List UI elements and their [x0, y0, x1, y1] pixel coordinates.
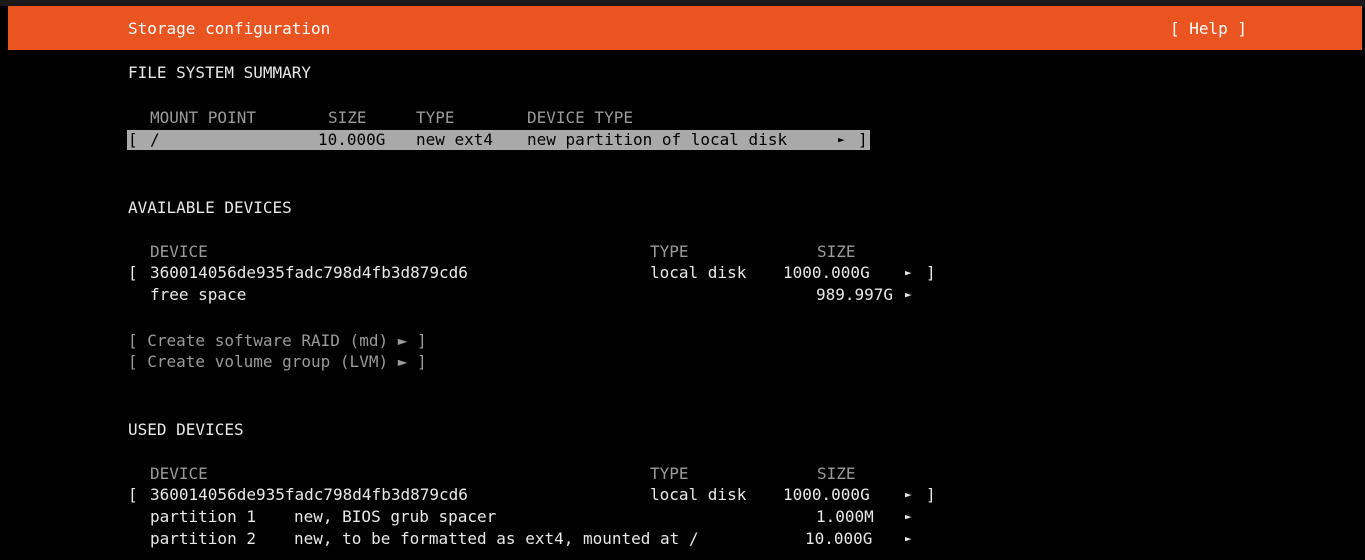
type-value: new ext4 — [416, 130, 494, 149]
available-devices-heading: AVAILABLE DEVICES — [128, 198, 292, 217]
used-disk-arrow-icon: ► — [905, 488, 912, 501]
partition-arrow-icon: ► — [905, 532, 912, 545]
used-disk-close-bracket: ] — [926, 485, 936, 504]
available-disk-type: local disk — [650, 263, 747, 282]
header-bar: Storage configuration [ Help ] — [8, 6, 1362, 50]
free-space-size: 989.997G — [816, 285, 894, 304]
used-disk-open-bracket: [ — [128, 485, 138, 504]
available-disk-device: 360014056de935fadc798d4fb3d879cd6 — [150, 263, 468, 282]
used-disk-type: local disk — [650, 485, 747, 504]
filesystem-row-root[interactable]: [ / 10.000G new ext4 new partition of lo… — [127, 130, 870, 150]
filesystem-summary-heading: FILE SYSTEM SUMMARY — [128, 63, 312, 82]
create-lvm-button[interactable]: [ Create volume group (LVM) ► ] — [128, 352, 427, 372]
help-button[interactable]: [ Help ] — [1170, 19, 1247, 38]
partition-description: new, to be formatted as ext4, mounted at… — [294, 529, 699, 548]
column-device-type: DEVICE TYPE — [527, 108, 633, 127]
column-mount-point: MOUNT POINT — [150, 108, 256, 127]
used-devices-heading: USED DEVICES — [128, 420, 244, 439]
used-column-type: TYPE — [650, 464, 689, 483]
partition-label: partition 2 — [150, 529, 256, 548]
partition-size: 1.000M — [816, 507, 874, 526]
partition-size: 10.000G — [805, 529, 873, 548]
size-value: 10.000G — [318, 130, 386, 149]
used-disk-device: 360014056de935fadc798d4fb3d879cd6 — [150, 485, 468, 504]
available-column-type: TYPE — [650, 242, 689, 261]
row-close-bracket: ] — [858, 130, 868, 149]
available-column-device: DEVICE — [150, 242, 208, 261]
available-disk-close-bracket: ] — [926, 263, 936, 282]
used-column-size: SIZE — [817, 464, 856, 483]
available-disk-open-bracket: [ — [128, 263, 138, 282]
mount-point-value: / — [150, 130, 160, 149]
used-disk-size: 1000.000G — [783, 485, 870, 504]
available-disk-arrow-icon: ► — [905, 266, 912, 279]
partition-description: new, BIOS grub spacer — [294, 507, 497, 526]
available-disk-size: 1000.000G — [783, 263, 870, 282]
row-arrow-icon: ► — [838, 133, 845, 146]
column-type: TYPE — [416, 108, 455, 127]
device-type-value: new partition of local disk — [527, 130, 788, 149]
available-column-size: SIZE — [817, 242, 856, 261]
row-open-bracket: [ — [128, 130, 138, 149]
partition-label: partition 1 — [150, 507, 256, 526]
page-title: Storage configuration — [128, 19, 331, 38]
free-space-label: free space — [150, 285, 247, 304]
free-space-arrow-icon: ► — [905, 288, 912, 301]
partition-arrow-icon: ► — [905, 510, 912, 523]
create-raid-button[interactable]: [ Create software RAID (md) ► ] — [128, 331, 427, 351]
used-column-device: DEVICE — [150, 464, 208, 483]
column-size: SIZE — [328, 108, 367, 127]
